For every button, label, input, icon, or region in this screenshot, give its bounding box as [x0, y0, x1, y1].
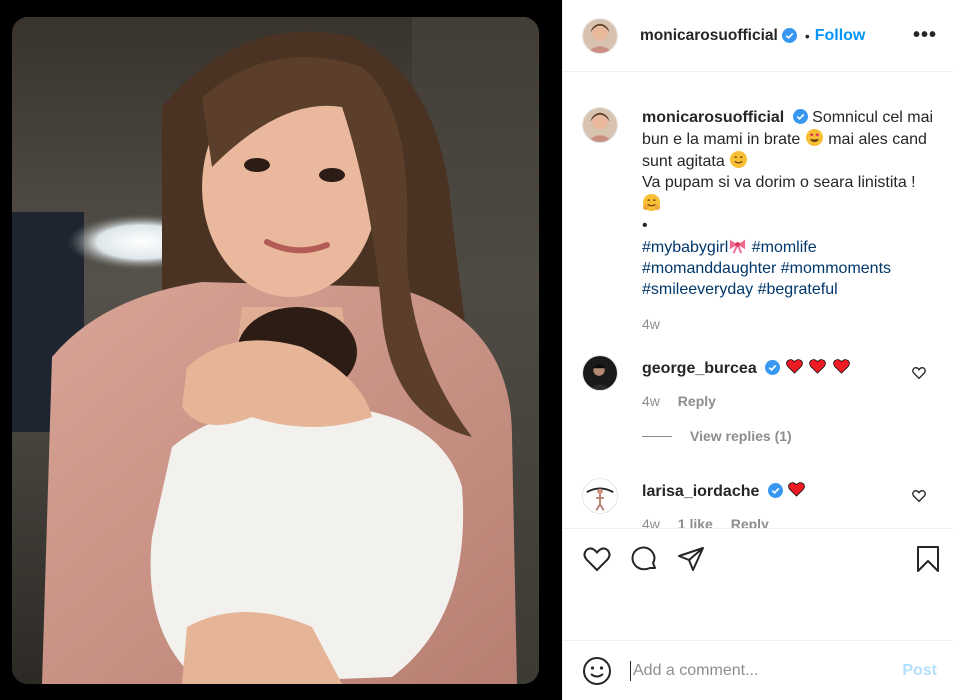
heart-eyes-emoji-icon [805, 128, 823, 147]
caption-item: monicarosuofficial Somnicul cel mai bun … [582, 107, 937, 332]
replies-divider [642, 435, 672, 437]
verified-badge-icon [765, 360, 781, 375]
post-modal: monicarosuofficial • Follow ••• monicaro… [0, 0, 953, 700]
comment-icon[interactable] [629, 544, 659, 574]
comment-likes[interactable]: 1 like [678, 516, 713, 528]
hashtag[interactable]: #momlife [752, 239, 817, 256]
caption-text-3: Va pupam si va dorim o seara linistita ! [642, 174, 916, 191]
red-heart-emoji-icon [788, 482, 806, 497]
verified-badge-icon [781, 28, 797, 43]
post-photo[interactable] [12, 17, 539, 684]
emoji-icon[interactable] [582, 656, 612, 686]
comment-input[interactable] [630, 660, 903, 681]
heart-icon[interactable] [582, 544, 612, 574]
verified-badge-icon [792, 109, 808, 124]
share-icon[interactable] [676, 544, 706, 574]
caption-time[interactable]: 4w [642, 316, 660, 332]
comment-body: george_burcea [642, 355, 937, 379]
hashtag[interactable]: #mommoments [781, 260, 891, 277]
author-username[interactable]: monicarosuofficial [640, 27, 778, 45]
post-comment-button[interactable]: Post [902, 662, 937, 680]
more-options-icon[interactable]: ••• [913, 24, 937, 47]
small-heart-icon[interactable] [911, 488, 927, 504]
caption-bullet: • [642, 217, 648, 234]
comment-item: larisa_iordache 4w 1 like Reply [582, 478, 937, 528]
comment-time[interactable]: 4w [642, 516, 660, 528]
ribbon-emoji-icon [730, 239, 746, 254]
view-replies-label: View replies (1) [690, 428, 792, 444]
reply-button[interactable]: Reply [731, 516, 769, 528]
comment-body: larisa_iordache [642, 478, 937, 502]
comment-username[interactable]: george_burcea [642, 360, 757, 377]
follow-button[interactable]: Follow [815, 27, 866, 45]
comment-item: george_burcea 4w Reply [582, 355, 937, 409]
small-heart-icon[interactable] [911, 365, 927, 381]
reply-button[interactable]: Reply [678, 393, 716, 409]
photo-illustration [12, 17, 539, 684]
view-replies-button[interactable]: View replies (1) [642, 428, 792, 444]
comment-meta: 4w Reply [642, 393, 937, 409]
smiling-emoji-icon [730, 150, 748, 169]
hashtag[interactable]: #begrateful [758, 281, 838, 298]
red-heart-emoji-icon [832, 359, 850, 374]
post-panel: monicarosuofficial • Follow ••• monicaro… [562, 0, 953, 700]
caption-body: monicarosuofficial Somnicul cel mai bun … [642, 107, 937, 300]
caption-meta: 4w [642, 316, 937, 332]
comment-username[interactable]: larisa_iordache [642, 483, 759, 500]
comments-list[interactable]: monicarosuofficial Somnicul cel mai bun … [563, 73, 953, 528]
post-header: monicarosuofficial • Follow ••• [563, 0, 953, 72]
caption-avatar[interactable] [582, 107, 618, 143]
action-bar [563, 528, 953, 640]
header-separator: • [804, 27, 810, 44]
commenter-avatar[interactable] [582, 355, 618, 391]
author-avatar[interactable] [582, 17, 618, 54]
verified-badge-icon [767, 483, 783, 498]
red-heart-emoji-icon [785, 359, 803, 374]
hashtag[interactable]: #mybabygirl [642, 239, 728, 256]
hashtag[interactable]: #smileeveryday [642, 281, 753, 298]
hugging-emoji-icon [642, 193, 661, 212]
red-heart-emoji-icon [809, 359, 826, 374]
comment-meta: 4w 1 like Reply [642, 516, 937, 528]
caption-username[interactable]: monicarosuofficial [642, 109, 784, 126]
comment-time[interactable]: 4w [642, 393, 660, 409]
add-comment-bar: Post [563, 640, 953, 700]
bookmark-icon[interactable] [913, 544, 943, 574]
hashtag[interactable]: #momanddaughter [642, 260, 776, 277]
post-media [0, 0, 562, 700]
commenter-avatar[interactable] [582, 478, 618, 514]
